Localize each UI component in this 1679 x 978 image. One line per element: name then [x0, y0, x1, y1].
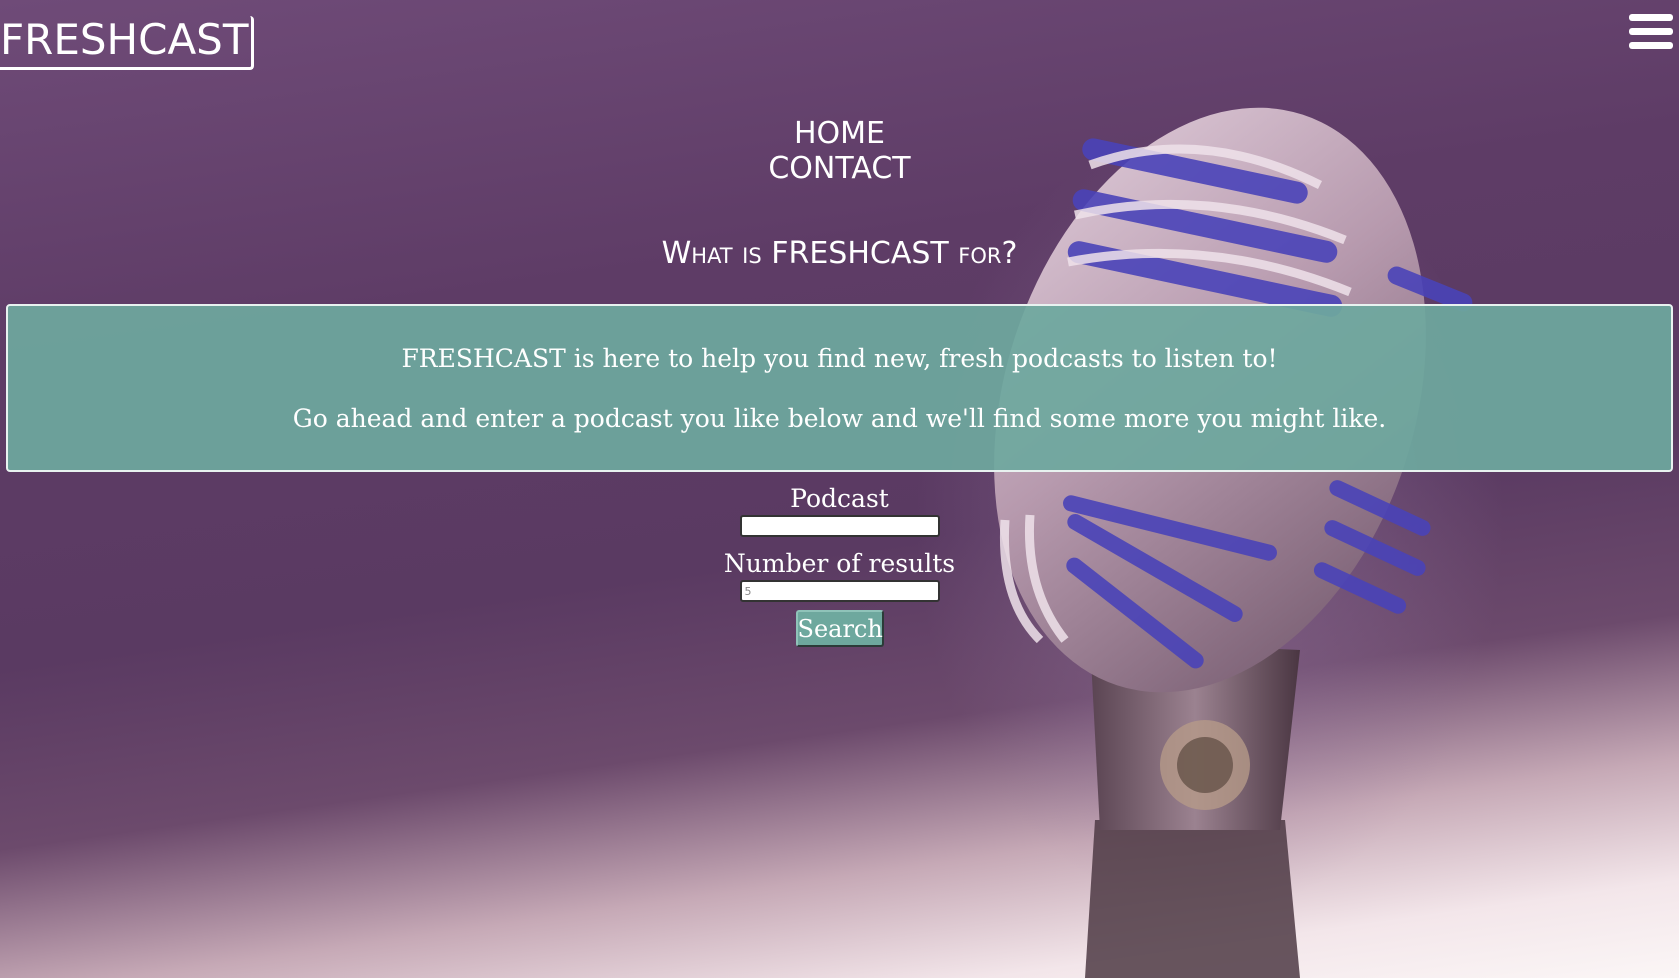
main-nav: HOME CONTACT: [0, 116, 1679, 186]
info-paragraph-intro: FRESHCAST is here to help you find new, …: [401, 344, 1278, 373]
info-paragraph-instructions: Go ahead and enter a podcast you like be…: [292, 404, 1387, 433]
nav-item-home[interactable]: HOME: [730, 116, 950, 151]
hamburger-bar: [1629, 14, 1673, 21]
hamburger-bar: [1629, 42, 1673, 49]
info-box: FRESHCAST is here to help you find new, …: [6, 304, 1673, 472]
podcast-label: Podcast: [790, 484, 889, 513]
search-button[interactable]: Search: [795, 610, 884, 647]
search-form: Podcast Number of results Search: [0, 483, 1679, 647]
results-count-label: Number of results: [723, 549, 956, 578]
results-count-input[interactable]: [739, 580, 940, 602]
logo-text: FRESHCAST: [0, 15, 249, 64]
hamburger-bar: [1629, 28, 1673, 35]
hamburger-menu-icon[interactable]: [1629, 14, 1673, 54]
page-heading: What is FRESHCAST for?: [661, 236, 1018, 271]
nav-item-contact[interactable]: CONTACT: [730, 151, 950, 186]
podcast-input[interactable]: [739, 515, 940, 537]
freshcast-logo[interactable]: FRESHCAST: [0, 16, 254, 70]
